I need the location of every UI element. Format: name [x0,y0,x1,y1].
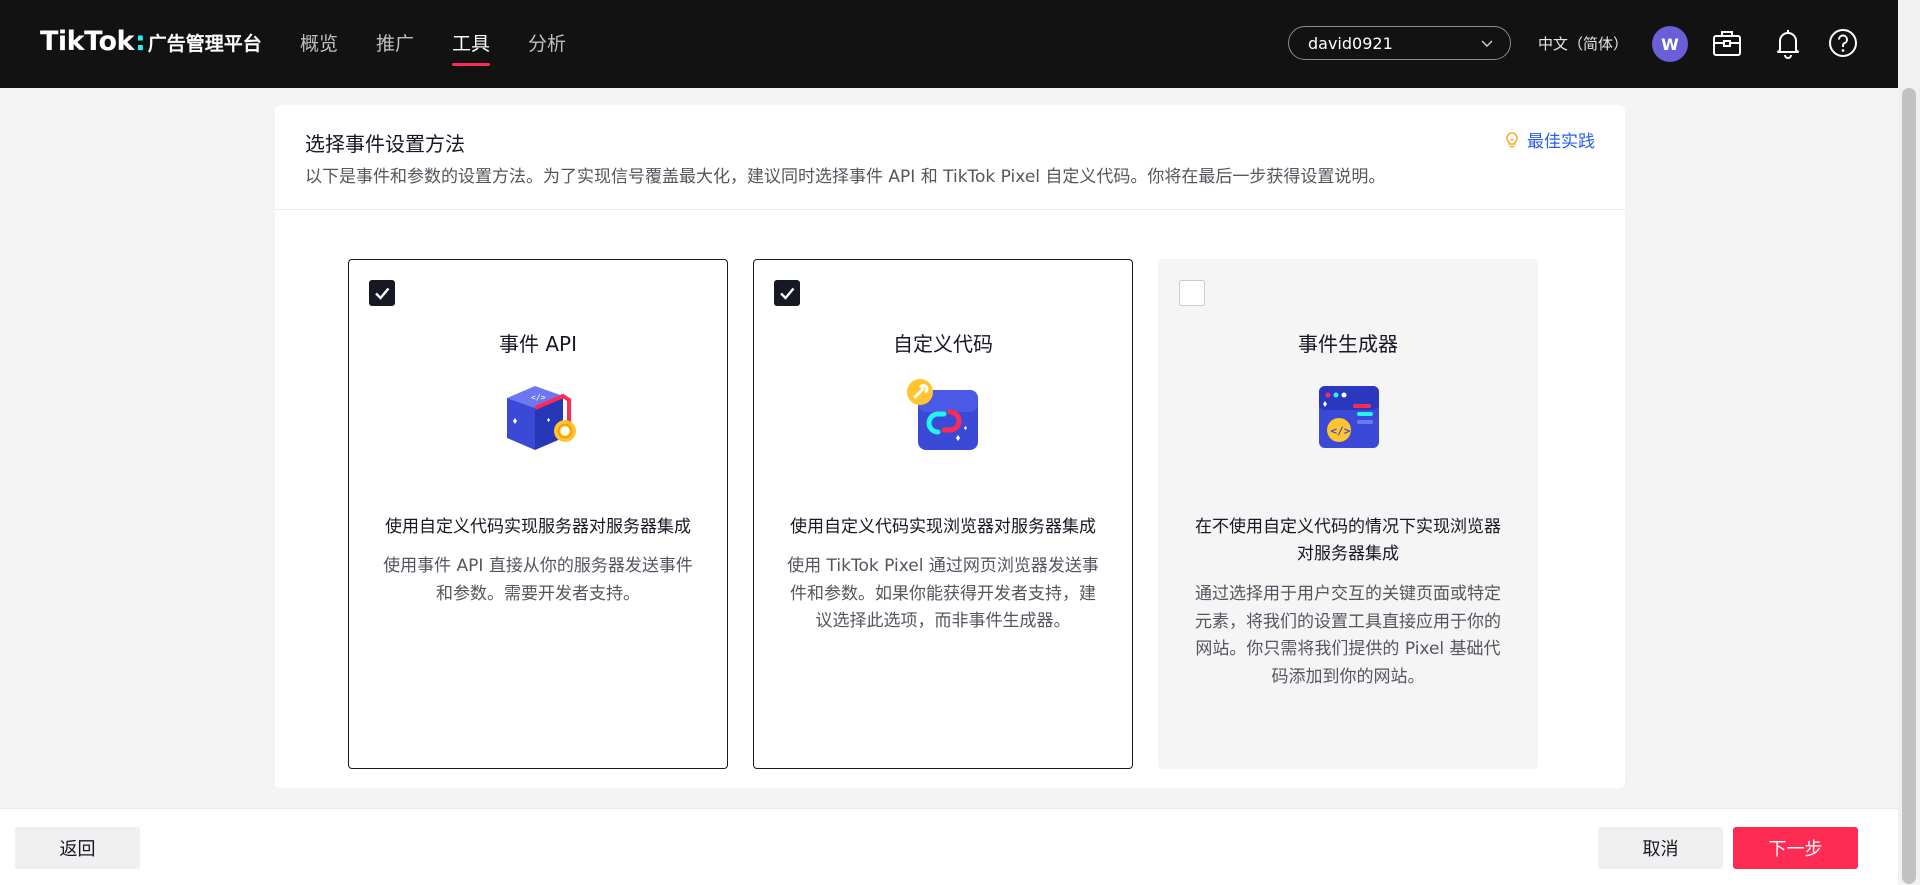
card-title: 自定义代码 [893,332,993,356]
event-builder-checkbox[interactable] [1179,280,1205,306]
server-cube-icon: </> [499,376,579,456]
logo-subtitle: 广告管理平台 [147,33,262,55]
user-avatar[interactable]: W [1652,26,1688,62]
card-description: 通过选择用于用户交互的关键页面或特定元素，将我们的设置工具直接应用于你的网站。你… [1195,584,1501,687]
panel-header: 选择事件设置方法 以下是事件和参数的设置方法。为了实现信号覆盖最大化，建议同时选… [275,105,1625,210]
svg-text:</>: </> [531,393,546,402]
method-card-events-api[interactable]: 事件 API </> 使用自定义代码实现服务器对服务器集成 使用事件 API 直… [348,259,728,769]
page-description: 以下是事件和参数的设置方法。为了实现信号覆盖最大化，建议同时选择事件 API 和… [305,167,1386,187]
custom-code-checkbox[interactable] [774,280,800,306]
checkmark-icon [780,287,795,300]
events-api-checkbox[interactable] [369,280,395,306]
account-name: david0921 [1308,33,1393,53]
page-title: 选择事件设置方法 [305,132,465,156]
briefcase-icon[interactable] [1710,26,1744,60]
back-button[interactable]: 返回 [15,827,140,869]
nav-item-tools[interactable]: 工具 [452,29,491,66]
help-icon[interactable] [1826,26,1860,60]
chevron-down-icon [1481,40,1493,47]
card-subtitle: 使用自定义代码实现服务器对服务器集成 [385,517,691,537]
tiktok-ads-logo[interactable]: TikTok : 广告管理平台 [40,26,262,57]
card-subtitle: 在不使用自定义代码的情况下实现浏览器对服务器集成 [1195,517,1501,564]
top-navigation-bar: TikTok : 广告管理平台 概览 推广 工具 分析 david0921 中文… [0,0,1898,88]
best-practice-link[interactable]: 最佳实践 [1503,127,1595,152]
method-card-event-builder[interactable]: 事件生成器 </> 在不使用自定义代码的情况下实现浏览器对服务器集成 通过选择用… [1158,259,1538,769]
account-selector[interactable]: david0921 [1288,26,1511,60]
language-switcher[interactable]: 中文（简体） [1538,33,1628,54]
lightbulb-icon [1506,131,1518,147]
card-title: 事件生成器 [1298,332,1398,356]
card-subtitle: 使用自定义代码实现浏览器对服务器集成 [790,517,1096,537]
card-description: 使用 TikTok Pixel 通过网页浏览器发送事件和参数。如果你能获得开发者… [787,556,1099,631]
footer-action-bar: 返回 取消 下一步 [0,808,1898,885]
nav-item-overview[interactable]: 概览 [300,29,338,56]
nav-item-analytics[interactable]: 分析 [528,29,566,56]
card-title: 事件 API [499,332,577,356]
page-scrollbar[interactable] [1898,0,1920,884]
main-nav: 概览 推广 工具 分析 [300,29,566,66]
bell-icon[interactable] [1771,26,1805,60]
card-description: 使用事件 API 直接从你的服务器发送事件和参数。需要开发者支持。 [383,556,693,604]
method-card-custom-code[interactable]: 自定义代码 使用自定义代码实现浏览器对服务器集成 使用 TikTok Pixel… [753,259,1133,769]
logo-separator: : [134,26,146,57]
nav-item-promote[interactable]: 推广 [376,29,414,56]
svg-text:</>: </> [1331,425,1351,438]
cancel-button[interactable]: 取消 [1598,827,1723,869]
scrollbar-thumb[interactable] [1902,88,1916,884]
best-practice-label: 最佳实践 [1527,132,1595,152]
checkmark-icon [375,287,390,300]
logo-brand: TikTok [40,26,134,57]
event-builder-icon: </> [1309,376,1389,456]
code-link-icon [904,376,984,456]
setup-method-panel: 选择事件设置方法 以下是事件和参数的设置方法。为了实现信号覆盖最大化，建议同时选… [275,105,1625,788]
next-step-button[interactable]: 下一步 [1733,827,1858,869]
